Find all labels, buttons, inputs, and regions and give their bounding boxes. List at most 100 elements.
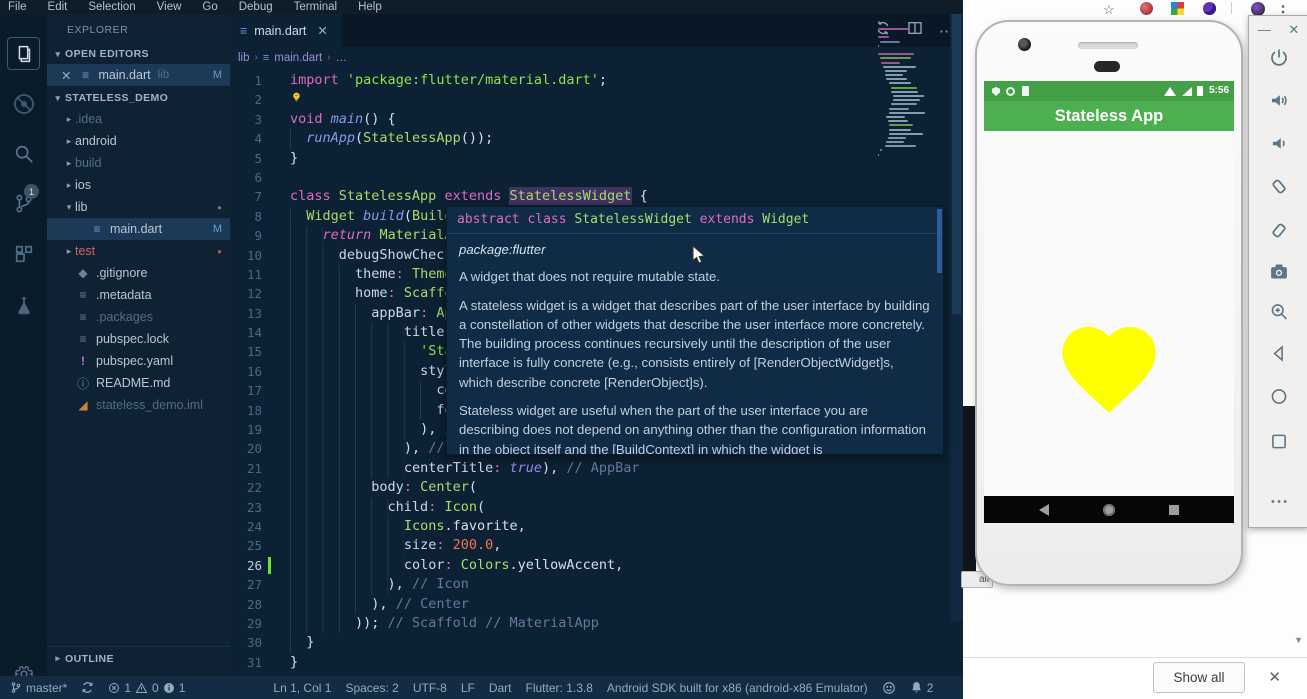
explorer-icon[interactable] [0, 34, 47, 74]
tree-folder-test[interactable]: ▸ test ● [47, 240, 230, 262]
extensions-icon[interactable] [0, 234, 47, 274]
line-number[interactable]: 3 [230, 110, 262, 129]
code-line-22[interactable]: 22 body: Center( [230, 478, 963, 498]
code-line-7[interactable]: 7 class StatelessApp extends StatelessWid… [230, 187, 963, 206]
line-number[interactable]: 18 [230, 401, 262, 420]
code-line-1[interactable]: 1 import 'package:flutter/material.dart'; [230, 71, 963, 90]
rotate-right-icon[interactable] [1268, 220, 1289, 246]
tree-file-stateless-demo-iml[interactable]: ◢ stateless_demo.iml [47, 394, 230, 416]
menu-go[interactable]: Go [202, 1, 217, 13]
home-icon[interactable] [1268, 386, 1289, 412]
line-number[interactable]: 5 [230, 149, 262, 168]
code-line-6[interactable]: 6 [230, 168, 963, 187]
line-number[interactable]: 23 [230, 498, 262, 517]
code-line-5[interactable]: 5} [230, 149, 963, 168]
code-line-21[interactable]: 21 centerTitle: true), // AppBar [230, 458, 963, 479]
show-all-button[interactable]: Show all [1153, 662, 1245, 693]
back-icon[interactable] [1268, 343, 1289, 369]
line-number[interactable]: 11 [230, 265, 262, 284]
test-beaker-icon[interactable] [0, 286, 47, 326]
line-number[interactable]: 14 [230, 323, 262, 342]
open-editors-header[interactable]: ▾ OPEN EDITORS [47, 44, 230, 64]
minimap[interactable] [878, 28, 950, 162]
cursor-position[interactable]: Ln 1, Col 1 [273, 681, 331, 695]
rotate-left-icon[interactable] [1268, 176, 1289, 202]
eol[interactable]: LF [461, 681, 475, 695]
sync-status-icon[interactable] [81, 681, 94, 694]
tooltip-scrollbar[interactable] [937, 209, 942, 273]
code-line-3[interactable]: 3 void main() { [230, 110, 963, 129]
power-icon[interactable] [1268, 47, 1289, 73]
line-number[interactable]: 24 [230, 517, 262, 536]
emulator-screen[interactable]: 5:56 Stateless App [984, 81, 1234, 523]
code-line-29[interactable]: 29)); // Scaffold // MaterialApp [230, 613, 963, 634]
line-number[interactable]: 10 [230, 246, 262, 265]
overview-icon[interactable] [1268, 431, 1289, 457]
language-mode[interactable]: Dart [489, 681, 512, 695]
tree-folder-ios[interactable]: ▸ ios [47, 174, 230, 196]
source-control-icon[interactable]: 1 [0, 184, 47, 224]
encoding[interactable]: UTF-8 [413, 681, 447, 695]
line-number[interactable]: 4 [230, 129, 262, 148]
more-icon[interactable] [1268, 491, 1289, 517]
tree-file-pubspec-yaml[interactable]: ! pubspec.yaml [47, 350, 230, 372]
editor-scrollbar[interactable] [950, 14, 963, 622]
line-number[interactable]: 12 [230, 284, 262, 303]
tree-file-pubspec-lock[interactable]: ≡ pubspec.lock [47, 328, 230, 350]
menu-terminal[interactable]: Terminal [294, 1, 337, 13]
close-icon[interactable]: ✕ [1288, 22, 1299, 38]
bookmark-star-icon[interactable]: ☆ [1103, 2, 1115, 18]
code-line-28[interactable]: 28), // Center [230, 594, 963, 614]
line-number[interactable]: 16 [230, 362, 262, 381]
tree-folder--idea[interactable]: ▸ .idea [47, 108, 230, 130]
line-number[interactable]: 21 [230, 459, 262, 478]
notifications-bell[interactable]: 2 [910, 681, 933, 695]
volume-up-icon[interactable] [1268, 90, 1289, 116]
tree-file-readme-md[interactable]: ⓘ README.md [47, 372, 230, 394]
device-selector[interactable]: Android SDK built for x86 (android-x86 E… [607, 681, 868, 695]
line-number[interactable]: 22 [230, 478, 262, 497]
close-icon[interactable]: ✕ [1268, 668, 1281, 686]
code-line-30[interactable]: 30} [230, 633, 963, 653]
profile-avatar[interactable] [1251, 2, 1265, 16]
flutter-version[interactable]: Flutter: 1.3.8 [526, 681, 593, 695]
open-editor-item[interactable]: ✕ ≡ main.dart lib M [47, 64, 230, 86]
extension-a-icon[interactable] [1140, 2, 1153, 15]
line-number[interactable]: 30 [230, 633, 262, 652]
line-number[interactable]: 19 [230, 420, 262, 439]
line-number[interactable]: 25 [230, 536, 262, 555]
code-line-26[interactable]: 26 color: Colors.yellowAccent, [230, 555, 963, 576]
line-number[interactable]: 27 [230, 575, 262, 594]
close-icon[interactable]: ✕ [317, 23, 327, 38]
tree-file--gitignore[interactable]: ◆ .gitignore [47, 262, 230, 284]
tree-folder-android[interactable]: ▸ android [47, 130, 230, 152]
zoom-icon[interactable] [1268, 301, 1289, 327]
breadcrumb[interactable]: lib › ≡ main.dart › … [230, 47, 963, 68]
line-number[interactable]: 17 [230, 381, 262, 400]
git-branch-status[interactable]: master* [10, 681, 67, 695]
tree-file--packages[interactable]: ≡ .packages [47, 306, 230, 328]
tree-file-main-dart[interactable]: ≡ main.dart M [47, 218, 230, 240]
line-number[interactable]: 29 [230, 614, 262, 633]
menu-selection[interactable]: Selection [88, 1, 135, 13]
line-number[interactable]: 13 [230, 304, 262, 323]
debug-icon[interactable] [0, 84, 47, 124]
extension-b-icon[interactable] [1171, 2, 1184, 15]
indentation[interactable]: Spaces: 2 [345, 681, 398, 695]
line-number[interactable]: 15 [230, 342, 262, 361]
code-line-31[interactable]: 31} [230, 653, 963, 672]
screenshot-icon[interactable] [1268, 261, 1289, 287]
code-line-27[interactable]: 27), // Icon [230, 575, 963, 595]
tree-file--metadata[interactable]: ≡ .metadata [47, 284, 230, 306]
code-line-2[interactable]: 2 [230, 90, 963, 109]
line-number[interactable]: 2 [230, 90, 262, 109]
volume-down-icon[interactable] [1268, 133, 1289, 159]
code-line-23[interactable]: 23 child: Icon( [230, 497, 963, 517]
menu-help[interactable]: Help [358, 1, 382, 13]
line-number[interactable]: 7 [230, 187, 262, 206]
line-number[interactable]: 8 [230, 207, 262, 226]
feedback-smiley-icon[interactable] [882, 681, 896, 695]
menu-edit[interactable]: Edit [48, 1, 68, 13]
line-number[interactable]: 9 [230, 226, 262, 245]
line-number[interactable]: 20 [230, 439, 262, 458]
